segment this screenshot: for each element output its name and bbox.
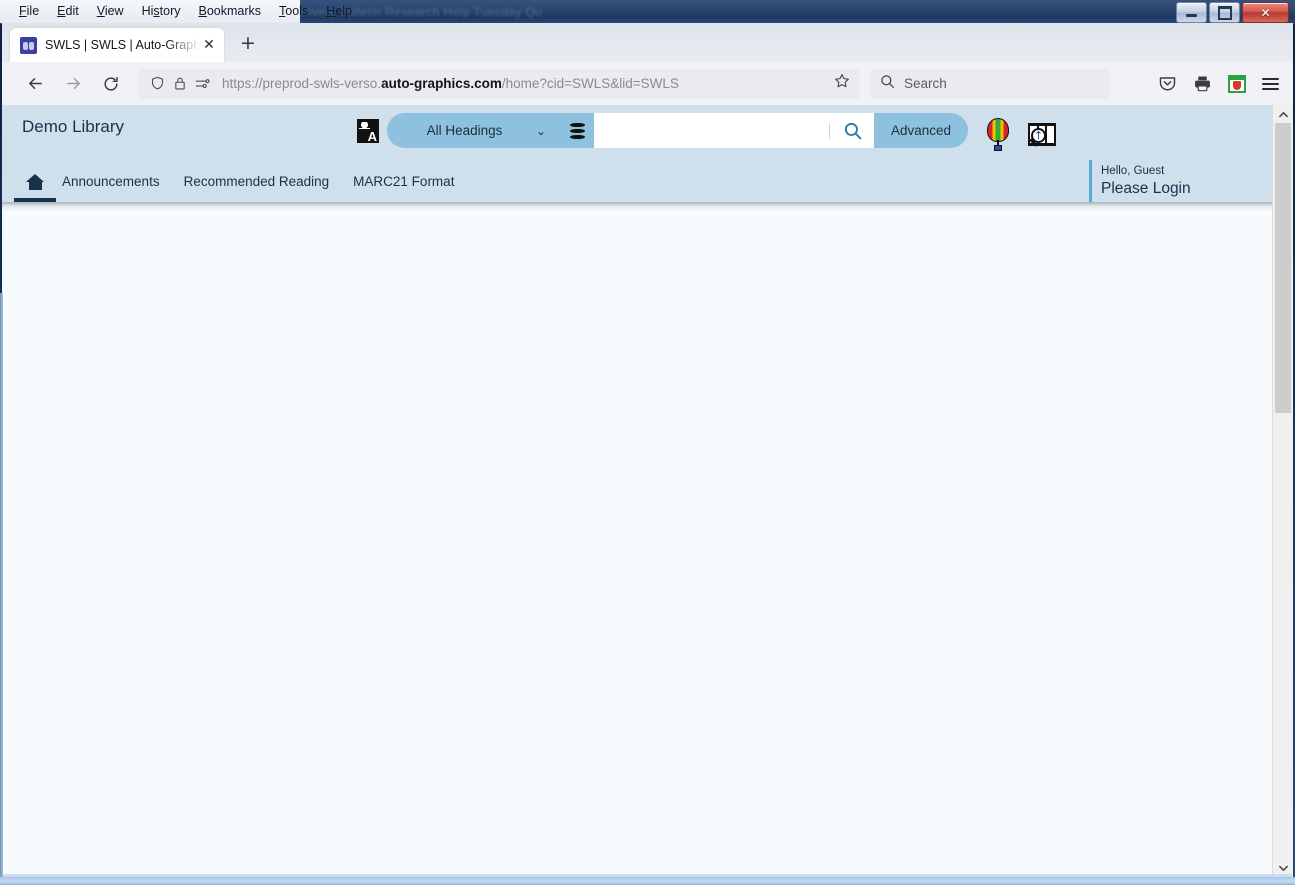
shield-icon[interactable] [150,76,165,91]
menu-item-help[interactable]: Help [317,2,361,20]
advanced-search-button[interactable]: Advanced [874,113,969,148]
forward-button[interactable] [58,69,88,99]
hamburger-menu-icon[interactable] [1262,77,1279,90]
pocket-icon[interactable] [1158,74,1177,93]
library-header: Demo Library All Headings ⌄ [2,105,1273,202]
site-nav-tabs: Announcements Recommended Reading MARC21… [2,161,1273,202]
menu-item-tools[interactable]: Tools [270,2,317,20]
menu-bar: File Edit View History Bookmarks Tools H… [0,0,361,22]
browser-tab[interactable]: SWLS | SWLS | Auto-Graphics In ✕ [10,28,224,62]
nav-tab-marc21-format[interactable]: MARC21 Format [341,174,466,189]
close-icon: ✕ [1260,5,1271,20]
maximize-button[interactable] [1209,2,1240,23]
page-content-area [2,211,1273,877]
chevron-down-icon: ⌄ [535,123,546,138]
lock-icon[interactable] [173,76,187,91]
menu-item-history[interactable]: History [133,2,190,20]
url-prefix: https://preprod-swls-verso. [222,76,382,91]
browser-window: Delivery bulletin Research Help Tuesday … [0,0,1295,885]
header-drop-shadow [2,202,1273,211]
home-icon [25,173,45,190]
extension-icon[interactable] [1228,74,1246,93]
browser-search-bar[interactable]: Search [870,68,1110,99]
swls-favicon [20,36,37,54]
database-stack-icon[interactable] [560,113,594,148]
url-domain: auto-graphics.com [381,76,502,91]
menu-item-file[interactable]: File [10,2,48,20]
advanced-search-label: Advanced [891,123,952,138]
header-utility-icons: ↑ [984,118,1058,152]
input-divider [829,122,830,139]
user-greeting: Hello, Guest [1101,164,1165,177]
window-edge-left [0,293,3,878]
toolbar-icons [1158,74,1279,93]
search-icon [880,74,895,94]
sidebar-item-home[interactable] [14,161,56,202]
url-bar[interactable]: https://preprod-swls-verso.auto-graphics… [138,68,860,99]
scrollbar-thumb[interactable] [1275,123,1291,413]
menu-item-view[interactable]: View [88,2,133,20]
minimize-icon [1186,14,1197,17]
url-text: https://preprod-swls-verso.auto-graphics… [222,76,834,91]
nav-tab-recommended-reading[interactable]: Recommended Reading [172,174,342,189]
page-viewport: Demo Library All Headings ⌄ [2,105,1293,877]
tab-strip: SWLS | SWLS | Auto-Graphics In ✕ + [2,23,1293,62]
tab-close-icon[interactable]: ✕ [200,37,218,53]
user-login-box[interactable]: Hello, Guest Please Login [1089,160,1191,202]
search-scope-label: All Headings [426,123,503,138]
window-edge-bottom [0,877,1295,885]
back-button[interactable] [20,69,50,99]
menu-item-bookmarks[interactable]: Bookmarks [190,2,271,20]
navigation-toolbar: https://preprod-swls-verso.auto-graphics… [2,62,1293,105]
maximize-icon [1217,5,1232,20]
menu-item-edit[interactable]: Edit [48,2,88,20]
tab-title: SWLS | SWLS | Auto-Graphics In [45,38,200,52]
url-suffix: /home?cid=SWLS&lid=SWLS [501,76,679,91]
bookmark-star-icon[interactable] [834,73,850,94]
browser-search-placeholder: Search [904,76,947,91]
library-title: Demo Library [22,117,125,136]
catalog-search-bar: All Headings ⌄ Advanced [357,113,969,148]
search-input[interactable] [594,113,832,148]
search-scope-dropdown[interactable]: All Headings ⌄ [387,113,560,148]
window-controls: ✕ [1176,2,1289,23]
page-scrollbar[interactable] [1272,105,1293,877]
printer-icon[interactable] [1193,74,1212,93]
close-button[interactable]: ✕ [1242,2,1289,23]
minimize-button[interactable] [1176,2,1207,23]
browser-chrome: SWLS | SWLS | Auto-Graphics In ✕ + [2,23,1293,105]
reload-button[interactable] [96,69,126,99]
search-submit-button[interactable] [832,113,874,148]
new-tab-button[interactable]: + [240,34,256,53]
filmstrip-search-icon[interactable]: ↑ [1026,119,1058,151]
please-login-link[interactable]: Please Login [1101,179,1191,199]
translate-icon[interactable] [357,118,379,143]
nav-tab-announcements[interactable]: Announcements [50,174,172,189]
permissions-icon[interactable] [195,77,210,90]
scroll-up-arrow[interactable] [1273,105,1293,123]
hot-air-balloon-icon[interactable] [984,118,1012,152]
